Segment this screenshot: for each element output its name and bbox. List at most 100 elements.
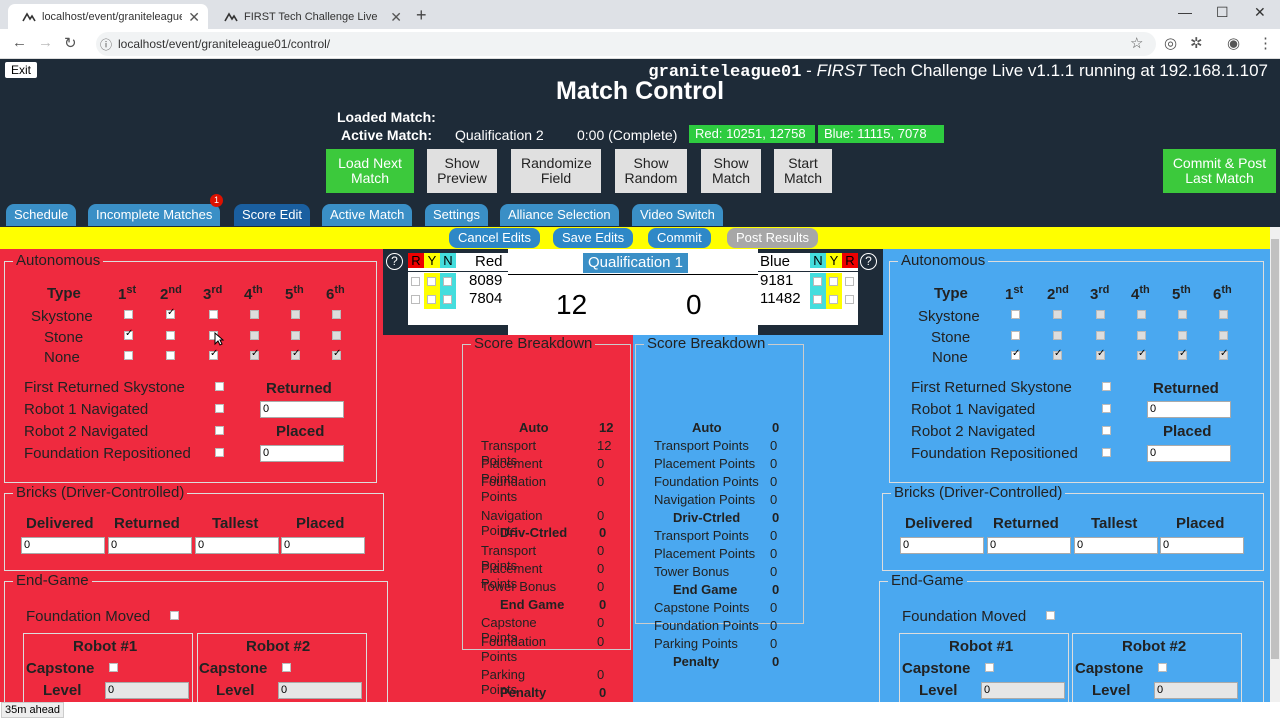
blue-first-returned-checkbox[interactable] [1102, 382, 1111, 391]
red-stone-checkbox[interactable] [332, 331, 341, 340]
blue-placed-input[interactable]: 0 [1147, 445, 1231, 462]
card-checkbox[interactable] [427, 295, 436, 304]
randomize-field-button[interactable]: Randomize Field [511, 149, 601, 193]
red-first-returned-checkbox[interactable] [215, 382, 224, 391]
load-next-match-button[interactable]: Load Next Match [326, 149, 414, 193]
card-checkbox[interactable] [845, 295, 854, 304]
blue-robot1-capstone-checkbox[interactable] [985, 663, 994, 672]
card-checkbox[interactable] [411, 295, 420, 304]
card-checkbox[interactable] [829, 295, 838, 304]
red-placed-bricks-input[interactable]: 0 [281, 537, 365, 554]
blue-tallest-input[interactable]: 0 [1074, 537, 1158, 554]
red-stone-checkbox[interactable] [250, 310, 259, 319]
red-returned-bricks-input[interactable]: 0 [108, 537, 192, 554]
red-stone-checkbox[interactable] [332, 310, 341, 319]
red-stone-checkbox[interactable] [124, 310, 133, 319]
card-checkbox[interactable] [443, 295, 452, 304]
red-delivered-input[interactable]: 0 [21, 537, 105, 554]
card-checkbox[interactable] [813, 295, 822, 304]
blue-stone-checkbox[interactable] [1096, 348, 1105, 360]
blue-stone-checkbox[interactable] [1219, 331, 1228, 340]
show-match-button[interactable]: Show Match [701, 149, 761, 193]
red-foundation-moved-checkbox[interactable] [170, 611, 179, 620]
maximize-icon[interactable]: ☐ [1216, 4, 1229, 21]
blue-robot1-nav-checkbox[interactable] [1102, 404, 1111, 413]
red-robot1-level-input[interactable]: 0 [105, 682, 189, 699]
tab-score-edit[interactable]: Score Edit [234, 204, 310, 226]
exit-button[interactable]: Exit [5, 62, 38, 78]
card-checkbox[interactable] [443, 277, 452, 286]
blue-stone-checkbox[interactable] [1011, 310, 1020, 319]
minimize-icon[interactable]: — [1178, 4, 1192, 20]
browser-tab-live[interactable]: FIRST Tech Challenge Live ✕ [210, 4, 410, 29]
red-stone-checkbox[interactable] [291, 331, 300, 340]
card-checkbox[interactable] [411, 277, 420, 286]
red-stone-checkbox[interactable] [209, 348, 218, 360]
blue-stone-checkbox[interactable] [1178, 348, 1187, 360]
bookmark-star-icon[interactable]: ☆ [1130, 34, 1143, 52]
reload-icon[interactable]: ↻ [64, 34, 77, 52]
card-checkbox[interactable] [813, 277, 822, 286]
blue-foundation-repo-checkbox[interactable] [1102, 448, 1111, 457]
blue-robot2-nav-checkbox[interactable] [1102, 426, 1111, 435]
tab-schedule[interactable]: Schedule [6, 204, 77, 226]
red-stone-checkbox[interactable] [124, 351, 133, 360]
start-match-button[interactable]: Start Match [774, 149, 832, 193]
red-robot1-capstone-checkbox[interactable] [109, 663, 118, 672]
red-placed-input[interactable]: 0 [260, 445, 344, 462]
window-close-icon[interactable]: ✕ [1254, 4, 1266, 21]
blue-stone-checkbox[interactable] [1096, 331, 1105, 340]
blue-placed-bricks-input[interactable]: 0 [1160, 537, 1244, 554]
blue-stone-checkbox[interactable] [1053, 348, 1062, 360]
red-stone-checkbox[interactable] [291, 310, 300, 319]
new-tab-icon[interactable]: + [416, 5, 427, 26]
browser-tab-control[interactable]: localhost/event/graniteleague01/c ✕ [8, 4, 208, 29]
show-random-button[interactable]: Show Random [615, 149, 687, 193]
blue-stone-checkbox[interactable] [1053, 310, 1062, 319]
red-robot2-capstone-checkbox[interactable] [282, 663, 291, 672]
forward-icon[interactable]: → [38, 34, 53, 51]
page-scrollbar[interactable] [1270, 227, 1280, 702]
card-checkbox[interactable] [845, 277, 854, 286]
url-bar[interactable]: ⓘ localhost/event/graniteleague01/contro… [96, 32, 1156, 56]
profile-avatar-icon[interactable]: ◉ [1227, 34, 1240, 52]
red-stone-checkbox[interactable] [250, 348, 259, 360]
red-robot2-level-input[interactable]: 0 [278, 682, 362, 699]
red-stone-checkbox[interactable] [291, 348, 300, 360]
tab-incomplete-matches[interactable]: Incomplete Matches [88, 204, 221, 226]
commit-button[interactable]: Commit [648, 228, 711, 248]
back-icon[interactable]: ← [12, 34, 27, 51]
help-red-icon[interactable]: ? [386, 253, 403, 270]
menu-kebab-icon[interactable]: ⋮ [1258, 34, 1273, 52]
blue-stone-checkbox[interactable] [1011, 348, 1020, 360]
show-preview-button[interactable]: Show Preview [427, 149, 497, 193]
red-stone-checkbox[interactable] [166, 307, 175, 319]
blue-stone-checkbox[interactable] [1137, 331, 1146, 340]
tab-alliance-selection[interactable]: Alliance Selection [500, 204, 619, 226]
blue-robot2-capstone-checkbox[interactable] [1158, 663, 1167, 672]
scrollbar-thumb[interactable] [1271, 239, 1279, 659]
blue-stone-checkbox[interactable] [1219, 348, 1228, 360]
red-returned-input[interactable]: 0 [260, 401, 344, 418]
blue-stone-checkbox[interactable] [1137, 348, 1146, 360]
blue-delivered-input[interactable]: 0 [900, 537, 984, 554]
extension-gear-icon[interactable]: ✲ [1190, 34, 1203, 52]
red-stone-checkbox[interactable] [332, 348, 341, 360]
card-checkbox[interactable] [829, 277, 838, 286]
red-robot2-nav-checkbox[interactable] [215, 426, 224, 435]
tab-video-switch[interactable]: Video Switch [632, 204, 723, 226]
blue-stone-checkbox[interactable] [1219, 310, 1228, 319]
blue-returned-bricks-input[interactable]: 0 [987, 537, 1071, 554]
blue-foundation-moved-checkbox[interactable] [1046, 611, 1055, 620]
blue-stone-checkbox[interactable] [1053, 331, 1062, 340]
post-results-button[interactable]: Post Results [727, 228, 818, 248]
red-stone-checkbox[interactable] [166, 331, 175, 340]
red-stone-checkbox[interactable] [209, 310, 218, 319]
cancel-edits-button[interactable]: Cancel Edits [449, 228, 540, 248]
tab-settings[interactable]: Settings [425, 204, 488, 226]
red-stone-checkbox[interactable] [250, 331, 259, 340]
blue-robot2-level-input[interactable]: 0 [1154, 682, 1238, 699]
red-stone-checkbox[interactable] [166, 351, 175, 360]
blue-stone-checkbox[interactable] [1011, 331, 1020, 340]
blue-stone-checkbox[interactable] [1096, 310, 1105, 319]
